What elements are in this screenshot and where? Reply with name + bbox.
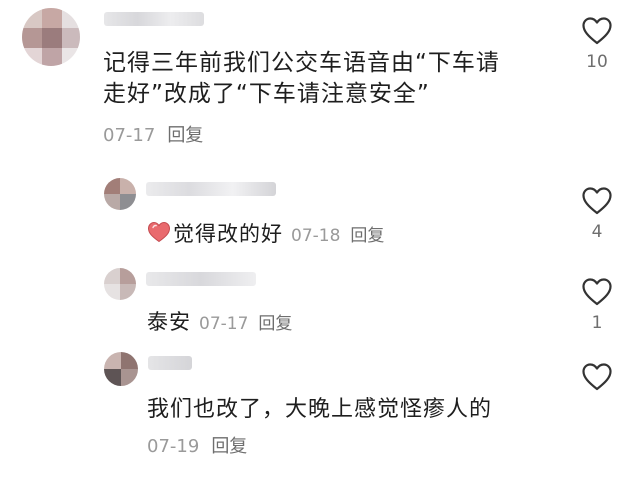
comment-text-line-2: 走好”改成了“下车请注意安全”: [103, 81, 430, 107]
avatar[interactable]: [104, 178, 136, 210]
heart-outline-icon: [582, 363, 612, 391]
comment-date: 07-18: [291, 226, 341, 246]
like-count: 1: [591, 313, 603, 333]
username-blurred[interactable]: [148, 356, 192, 370]
avatar[interactable]: [22, 8, 80, 66]
reply-button[interactable]: 回复: [350, 226, 384, 246]
reply-button[interactable]: 回复: [258, 314, 292, 334]
comment-text: 记得三年前我们公交车语音由“下车请 走好”改成了“下车请注意安全”: [103, 48, 500, 110]
username-blurred[interactable]: [146, 182, 276, 196]
comment-meta: 07-17 回复: [199, 314, 292, 334]
heart-emoji-icon: [147, 221, 171, 243]
username-blurred[interactable]: [146, 272, 256, 286]
like-button[interactable]: 4: [577, 186, 617, 242]
comment-text: 我们也改了，大晚上感觉怪瘆人的: [147, 394, 492, 425]
comment-meta: 07-19 回复: [147, 436, 247, 458]
comment-date: 07-17: [199, 314, 249, 334]
comment-text-content: 泰安: [147, 310, 191, 334]
comment-text-content: 觉得改的好: [173, 222, 283, 246]
comment-text-line-1: 记得三年前我们公交车语音由“下车请: [103, 50, 500, 76]
heart-outline-icon: [582, 187, 612, 215]
comment-text: 觉得改的好 07-18 回复: [147, 219, 384, 252]
comment-text: 泰安 07-17 回复: [147, 307, 292, 340]
comment-date: 07-19: [147, 436, 200, 457]
like-count: 10: [586, 52, 608, 72]
avatar[interactable]: [104, 352, 138, 386]
comment-meta: 07-17 回复: [103, 125, 203, 147]
username-blurred[interactable]: [104, 12, 204, 26]
avatar[interactable]: [104, 268, 136, 300]
comment-meta: 07-18 回复: [291, 226, 384, 246]
reply-button[interactable]: 回复: [211, 436, 247, 457]
like-button[interactable]: 10: [577, 16, 617, 72]
reply-button[interactable]: 回复: [167, 125, 203, 146]
comment-date: 07-17: [103, 125, 156, 146]
heart-outline-icon: [582, 278, 612, 306]
heart-outline-icon: [582, 17, 612, 45]
like-button[interactable]: 1: [577, 277, 617, 333]
comment-text-content: 我们也改了，大晚上感觉怪瘆人的: [147, 397, 493, 422]
like-button[interactable]: [577, 362, 617, 392]
like-count: 4: [591, 222, 603, 242]
